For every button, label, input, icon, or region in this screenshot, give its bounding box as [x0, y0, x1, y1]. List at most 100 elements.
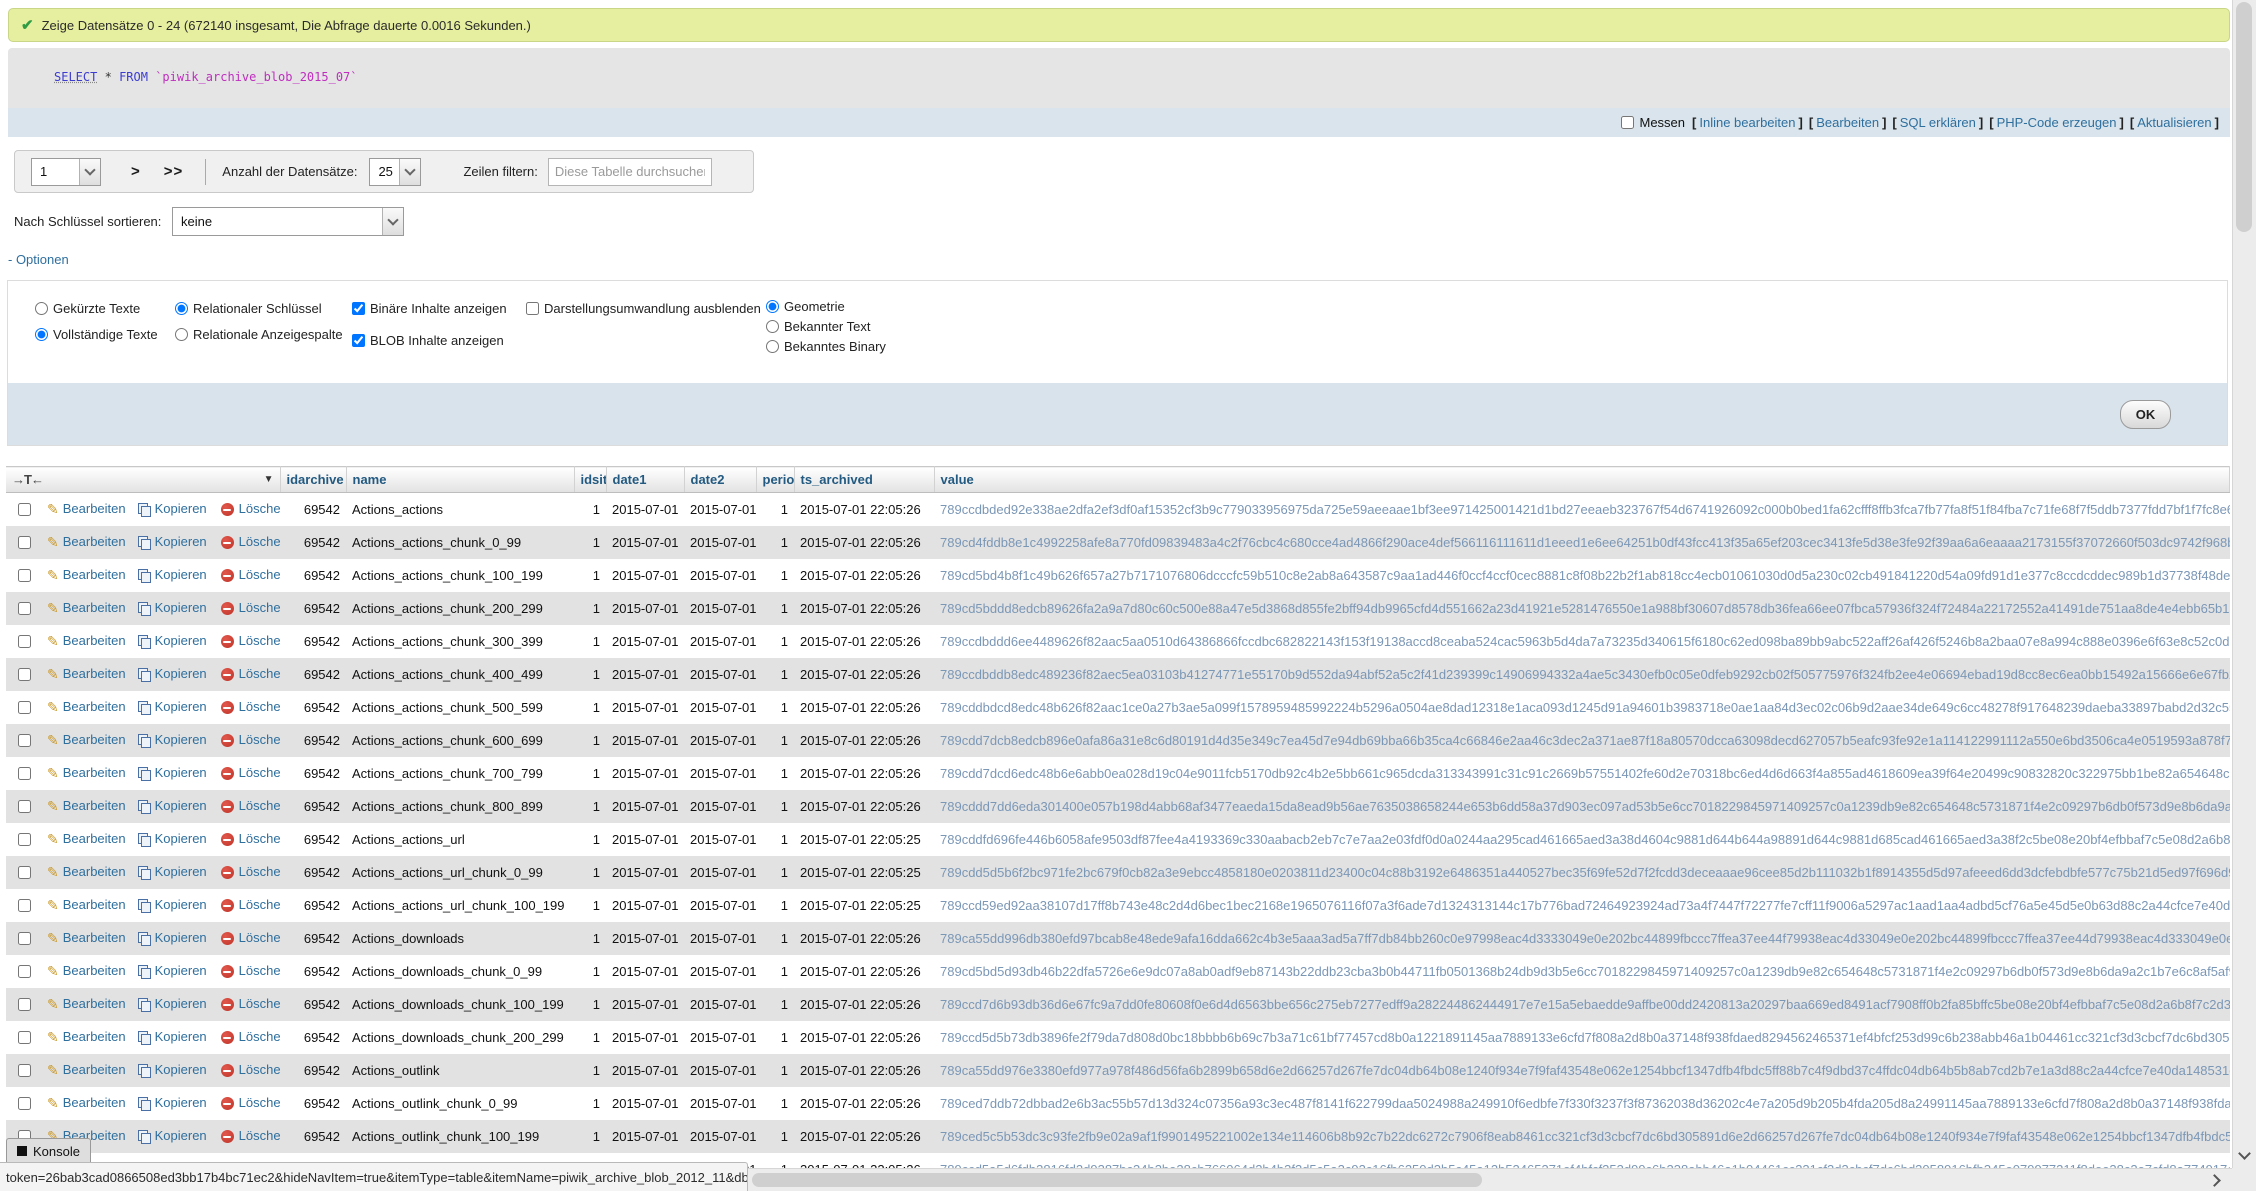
row-delete-link[interactable]: Löschen [239, 1029, 280, 1044]
option-relationale-anzeigespalte[interactable]: Relationale Anzeigespalte [175, 327, 343, 342]
row-delete-link[interactable]: Löschen [239, 501, 280, 516]
row-copy-link[interactable]: Kopieren [155, 963, 207, 978]
chevron-down-icon[interactable] [79, 159, 100, 185]
vertical-scrollbar-thumb[interactable] [2236, 2, 2252, 232]
row-copy-link[interactable]: Kopieren [155, 1128, 207, 1143]
row-edit-link[interactable]: Bearbeiten [63, 930, 126, 945]
row-select-checkbox[interactable] [18, 635, 31, 648]
row-edit-link[interactable]: Bearbeiten [63, 897, 126, 912]
row-copy-link[interactable]: Kopieren [155, 600, 207, 615]
profiling-checkbox[interactable] [1621, 116, 1634, 129]
column-header-period[interactable]: period [756, 467, 794, 493]
page-select[interactable]: 1 [31, 158, 101, 186]
option-relationaler-schluessel[interactable]: Relationaler Schlüssel [175, 301, 322, 316]
row-copy-link[interactable]: Kopieren [155, 831, 207, 846]
chevron-down-icon[interactable] [399, 159, 420, 185]
row-delete-link[interactable]: Löschen [239, 963, 280, 978]
console-tab[interactable]: Konsole [6, 1138, 91, 1164]
row-copy-link[interactable]: Kopieren [155, 633, 207, 648]
row-select-checkbox[interactable] [18, 965, 31, 978]
row-select-checkbox[interactable] [18, 536, 31, 549]
row-select-checkbox[interactable] [18, 503, 31, 516]
radio[interactable] [35, 328, 48, 341]
row-copy-link[interactable]: Kopieren [155, 897, 207, 912]
row-copy-link[interactable]: Kopieren [155, 1062, 207, 1077]
row-edit-link[interactable]: Bearbeiten [63, 534, 126, 549]
row-edit-link[interactable]: Bearbeiten [63, 1029, 126, 1044]
radio[interactable] [175, 302, 188, 315]
row-select-checkbox[interactable] [18, 767, 31, 780]
row-delete-link[interactable]: Löschen [239, 600, 280, 615]
checkbox[interactable] [352, 302, 365, 315]
options-toggle-link[interactable]: - Optionen [8, 252, 69, 267]
row-edit-link[interactable]: Bearbeiten [63, 567, 126, 582]
row-delete-link[interactable]: Löschen [239, 666, 280, 681]
row-select-checkbox[interactable] [18, 569, 31, 582]
option-gekuerzte-texte[interactable]: Gekürzte Texte [35, 301, 140, 316]
option-binaere-inhalte[interactable]: Binäre Inhalte anzeigen [352, 301, 507, 316]
next-page-button[interactable]: > [131, 163, 140, 180]
column-header-date1[interactable]: date1 [606, 467, 684, 493]
tools-link[interactable]: PHP-Code erzeugen [1997, 115, 2117, 130]
column-visibility-control[interactable]: →T← [12, 472, 43, 487]
scroll-down-button[interactable] [2233, 1142, 2256, 1168]
option-geometrie[interactable]: Geometrie [766, 299, 845, 314]
row-delete-link[interactable]: Löschen [239, 534, 280, 549]
row-delete-link[interactable]: Löschen [239, 633, 280, 648]
tools-link[interactable]: Inline bearbeiten [1699, 115, 1795, 130]
row-select-checkbox[interactable] [18, 866, 31, 879]
row-select-checkbox[interactable] [18, 1031, 31, 1044]
row-copy-link[interactable]: Kopieren [155, 765, 207, 780]
column-options-header[interactable]: →T←▼ [6, 467, 280, 493]
vertical-scrollbar[interactable] [2232, 0, 2256, 1168]
row-edit-link[interactable]: Bearbeiten [63, 963, 126, 978]
row-select-checkbox[interactable] [18, 899, 31, 912]
row-copy-link[interactable]: Kopieren [155, 996, 207, 1011]
radio[interactable] [35, 302, 48, 315]
row-edit-link[interactable]: Bearbeiten [63, 765, 126, 780]
option-bekanntes-binary[interactable]: Bekanntes Binary [766, 339, 886, 354]
radio[interactable] [766, 320, 779, 333]
row-select-checkbox[interactable] [18, 1064, 31, 1077]
radio[interactable] [766, 300, 779, 313]
row-select-checkbox[interactable] [18, 833, 31, 846]
row-edit-link[interactable]: Bearbeiten [63, 1062, 126, 1077]
row-edit-link[interactable]: Bearbeiten [63, 864, 126, 879]
row-delete-link[interactable]: Löschen [239, 798, 280, 813]
tools-link[interactable]: SQL erklären [1900, 115, 1976, 130]
checkbox[interactable] [352, 334, 365, 347]
sql-select-keyword[interactable]: SELECT [54, 70, 97, 84]
row-delete-link[interactable]: Löschen [239, 699, 280, 714]
row-select-checkbox[interactable] [18, 734, 31, 747]
row-edit-link[interactable]: Bearbeiten [63, 699, 126, 714]
column-header-ts_archived[interactable]: ts_archived [794, 467, 934, 493]
sort-by-key-select[interactable]: keine [172, 207, 404, 236]
row-select-checkbox[interactable] [18, 701, 31, 714]
row-edit-link[interactable]: Bearbeiten [63, 1095, 126, 1110]
row-edit-link[interactable]: Bearbeiten [63, 996, 126, 1011]
row-select-checkbox[interactable] [18, 668, 31, 681]
row-edit-link[interactable]: Bearbeiten [63, 732, 126, 747]
row-delete-link[interactable]: Löschen [239, 831, 280, 846]
row-copy-link[interactable]: Kopieren [155, 699, 207, 714]
row-delete-link[interactable]: Löschen [239, 1062, 280, 1077]
row-delete-link[interactable]: Löschen [239, 765, 280, 780]
last-page-button[interactable]: >> [164, 163, 184, 180]
scroll-right-button[interactable] [2204, 1169, 2228, 1191]
filter-input[interactable] [548, 158, 712, 186]
row-edit-link[interactable]: Bearbeiten [63, 501, 126, 516]
row-select-checkbox[interactable] [18, 932, 31, 945]
row-delete-link[interactable]: Löschen [239, 567, 280, 582]
row-delete-link[interactable]: Löschen [239, 996, 280, 1011]
row-select-checkbox[interactable] [18, 998, 31, 1011]
row-delete-link[interactable]: Löschen [239, 732, 280, 747]
row-select-checkbox[interactable] [18, 800, 31, 813]
column-header-name[interactable]: name [346, 467, 574, 493]
row-copy-link[interactable]: Kopieren [155, 567, 207, 582]
tools-link[interactable]: Aktualisieren [2137, 115, 2211, 130]
row-edit-link[interactable]: Bearbeiten [63, 666, 126, 681]
option-bekannter-text[interactable]: Bekannter Text [766, 319, 870, 334]
row-copy-link[interactable]: Kopieren [155, 534, 207, 549]
row-delete-link[interactable]: Löschen [239, 897, 280, 912]
row-edit-link[interactable]: Bearbeiten [63, 831, 126, 846]
